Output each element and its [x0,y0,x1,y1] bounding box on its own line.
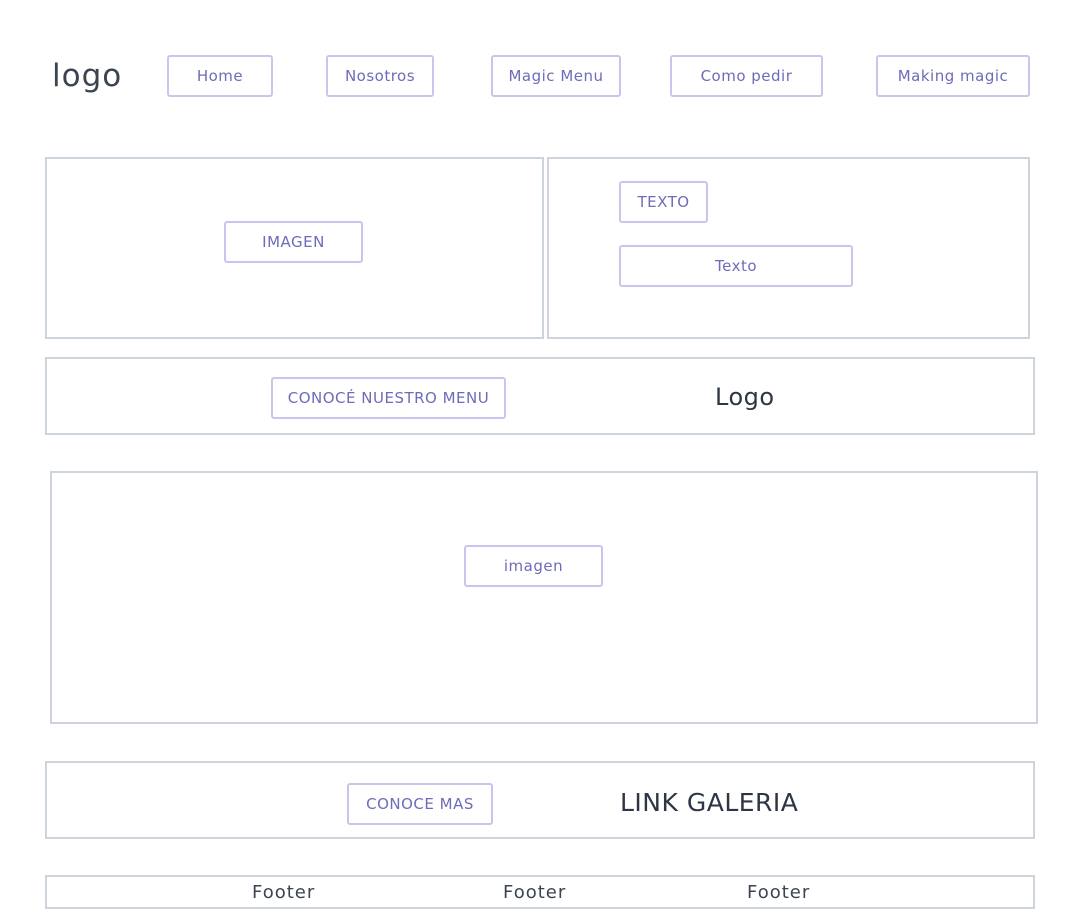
menu-logo-label: Logo [715,383,775,411]
banner-image-placeholder[interactable]: imagen [464,545,603,587]
nav-nosotros-button[interactable]: Nosotros [326,55,434,97]
hero-text-placeholder[interactable]: Texto [619,245,853,287]
header-logo: logo [52,58,123,94]
conoce-mas-button[interactable]: CONOCE MAS [347,783,493,825]
footer-item: Footer [747,882,811,903]
gallery-section-panel [45,761,1035,839]
menu-section-panel [45,357,1035,435]
footer-item: Footer [252,882,316,903]
banner-image-panel [50,471,1038,724]
nav-como-pedir-button[interactable]: Como pedir [670,55,823,97]
nav-home-button[interactable]: Home [167,55,273,97]
footer-item: Footer [503,882,567,903]
nav-magic-menu-button[interactable]: Magic Menu [491,55,621,97]
gallery-link[interactable]: LINK GALERIA [620,784,798,820]
menu-cta-button[interactable]: CONOCÉ NUESTRO MENU [271,377,506,419]
hero-image-placeholder[interactable]: IMAGEN [224,221,363,263]
hero-title-placeholder[interactable]: TEXTO [619,181,708,223]
nav-making-magic-button[interactable]: Making magic [876,55,1030,97]
